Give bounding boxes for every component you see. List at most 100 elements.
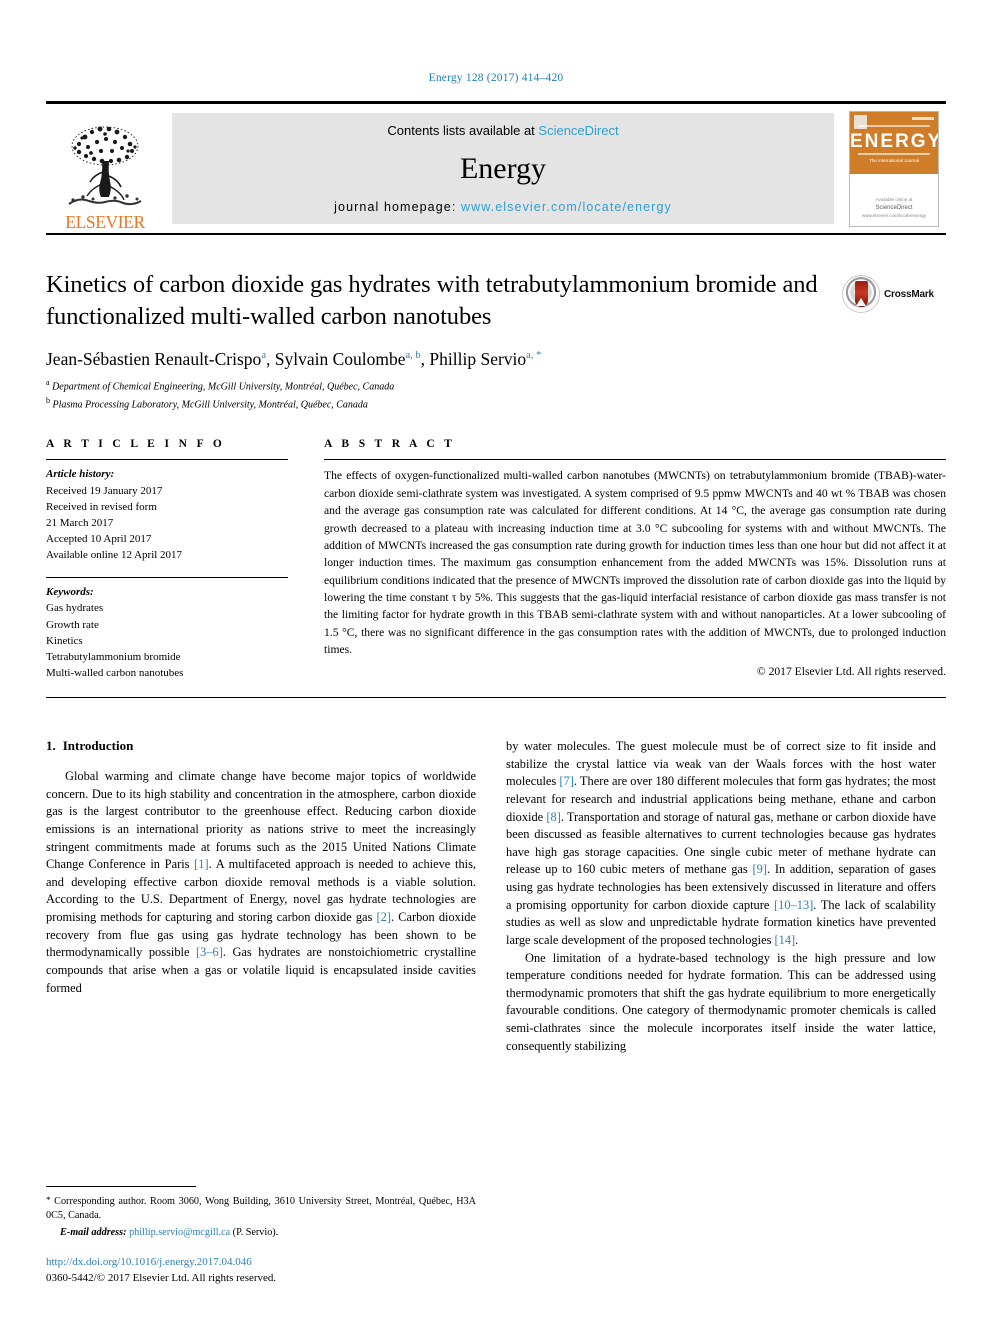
cover-top-rule — [912, 116, 934, 120]
abstract-text: The effects of oxygen-functionalized mul… — [324, 469, 946, 657]
citation-link[interactable]: [2] — [377, 910, 391, 924]
cover-top-panel: ENERGY The International Journal — [850, 111, 939, 174]
cover-bar-top — [858, 124, 930, 127]
cover-footer-line3: www.elsevier.com/locate/energy — [861, 212, 927, 218]
author-affiliation-mark[interactable]: a, * — [526, 350, 541, 361]
email-link[interactable]: phillip.servio@mcgill.ca — [129, 1227, 230, 1238]
cover-footer-line1: Available online at — [875, 197, 913, 202]
section-heading-introduction: 1. Introduction — [46, 738, 476, 754]
citation-link[interactable]: [7] — [559, 774, 573, 788]
citation-link[interactable]: [14] — [775, 933, 796, 947]
affiliation-text: Department of Chemical Engineering, McGi… — [52, 381, 395, 393]
citation-link[interactable]: [10–13] — [774, 898, 813, 912]
author-affiliation-mark[interactable]: a, b — [406, 350, 421, 361]
article-info-heading: A R T I C L E I N F O — [46, 438, 226, 451]
journal-cover-thumbnail: ENERGY The International Journal Availab… — [842, 104, 946, 233]
citation-link[interactable]: [9] — [753, 862, 767, 876]
affiliation-mark: a — [46, 377, 50, 387]
footnote-divider — [46, 1185, 196, 1187]
keyword-item: Tetrabutylammonium bromide — [46, 650, 181, 663]
keyword-item: Gas hydrates — [46, 602, 104, 615]
corresponding-author-text: Corresponding author. Room 3060, Wong Bu… — [46, 1195, 477, 1222]
paragraph: by water molecules. The guest molecule m… — [506, 738, 936, 949]
history-item: Available online 12 April 2017 — [46, 549, 183, 562]
cover-footer: Available online at ScienceDirect www.el… — [850, 197, 938, 220]
keyword-item: Kinetics — [46, 634, 83, 647]
keyword-item: Multi-walled carbon nanotubes — [46, 667, 184, 680]
crossmark-label: CrossMark — [884, 288, 934, 300]
keywords-block: Keywords: Gas hydrates Growth rate Kinet… — [46, 577, 288, 681]
body-column-left: 1. Introduction Global warming and climat… — [46, 738, 476, 1055]
citation-link[interactable]: [8] — [546, 810, 560, 824]
contents-prefix: Contents lists available at — [387, 123, 539, 138]
author-name: Phillip Servio — [429, 348, 527, 369]
paragraph-text: . — [795, 932, 799, 947]
elsevier-wordmark: ELSEVIER — [65, 211, 145, 232]
title-block: Kinetics of carbon dioxide gas hydrates … — [46, 269, 946, 412]
history-item: Received in revised form — [46, 500, 157, 513]
keyword-item: Growth rate — [46, 618, 99, 631]
page-title: Kinetics of carbon dioxide gas hydrates … — [46, 271, 818, 330]
history-item: Accepted 10 April 2017 — [46, 532, 152, 545]
section-number: 1. — [46, 738, 56, 754]
elsevier-logo: ELSEVIER — [46, 104, 164, 233]
corresponding-author-note: * Corresponding author. Room 3060, Wong … — [46, 1194, 476, 1240]
author-name: Sylvain Coulombe — [274, 348, 406, 369]
masthead-center: Contents lists available at ScienceDirec… — [172, 113, 834, 224]
section-divider — [46, 697, 946, 699]
cover-bar-bottom — [858, 152, 930, 155]
crossmark-badge[interactable]: CrossMark — [842, 271, 946, 317]
info-abstract-section: A R T I C L E I N F O Article history: R… — [46, 438, 946, 681]
elsevier-tree-icon — [68, 126, 142, 205]
homepage-prefix: journal homepage: — [334, 200, 461, 214]
affiliation-item: b Plasma Processing Laboratory, McGill U… — [46, 395, 946, 413]
author-entry: Jean-Sébastien Renault-Crispoa, — [46, 349, 275, 369]
cover-subtitle: The International Journal — [869, 157, 919, 163]
author-entry: Phillip Servioa, * — [429, 349, 541, 369]
sciencedirect-link[interactable]: ScienceDirect — [538, 123, 618, 138]
paragraph: One limitation of a hydrate-based techno… — [506, 950, 936, 1053]
issn-copyright-line: 0360-5442/© 2017 Elsevier Ltd. All right… — [46, 1272, 277, 1285]
footnote-marker: * — [46, 1194, 51, 1205]
author-name: Jean-Sébastien Renault-Crispo — [46, 348, 262, 369]
journal-masthead: ELSEVIER Contents lists available at Sci… — [46, 101, 946, 235]
contents-available-line: Contents lists available at ScienceDirec… — [387, 123, 618, 138]
author-entry: Sylvain Coulombea, b, — [275, 349, 430, 369]
footnote-block: * Corresponding author. Room 3060, Wong … — [46, 1185, 476, 1287]
cover-title: ENERGY — [850, 130, 939, 152]
citation-link[interactable]: [1] — [194, 857, 208, 871]
crossmark-icon — [842, 275, 880, 313]
body-column-right: by water molecules. The guest molecule m… — [506, 738, 936, 1055]
affiliation-text: Plasma Processing Laboratory, McGill Uni… — [52, 398, 368, 410]
doi-link[interactable]: http://dx.doi.org/10.1016/j.energy.2017.… — [46, 1255, 476, 1271]
affiliation-mark: b — [46, 395, 50, 405]
article-history-label: Article history: — [46, 468, 115, 481]
paragraph-text: Global warming and climate change have b… — [46, 769, 476, 872]
article-page: Energy 128 (2017) 414–420 ELSEVIER Conte… — [0, 0, 992, 1323]
abstract-heading: A B S T R A C T — [324, 438, 456, 451]
author-separator: , — [265, 348, 275, 369]
history-item: 21 March 2017 — [46, 516, 114, 529]
article-history-block: Article history: Received 19 January 201… — [46, 460, 288, 563]
keywords-label: Keywords: — [46, 586, 94, 599]
paragraph: Global warming and climate change have b… — [46, 768, 476, 997]
history-item: Received 19 January 2017 — [46, 484, 163, 497]
doi-block: http://dx.doi.org/10.1016/j.energy.2017.… — [46, 1255, 476, 1287]
article-info-column: A R T I C L E I N F O Article history: R… — [46, 438, 288, 681]
abstract-column: A B S T R A C T The effects of oxygen-fu… — [324, 438, 946, 681]
citation-link[interactable]: [3–6] — [196, 945, 223, 959]
email-label: E-mail address: — [60, 1226, 127, 1238]
abstract-copyright: © 2017 Elsevier Ltd. All rights reserved… — [756, 664, 946, 678]
journal-homepage-link[interactable]: www.elsevier.com/locate/energy — [461, 200, 672, 214]
section-title: Introduction — [62, 738, 134, 754]
author-list: Jean-Sébastien Renault-Crispoa, Sylvain … — [46, 349, 946, 370]
article-body: 1. Introduction Global warming and climat… — [46, 738, 946, 1055]
cover-footer-line2: ScienceDirect — [875, 204, 913, 211]
affiliation-list: a Department of Chemical Engineering, Mc… — [46, 377, 946, 413]
journal-homepage-line: journal homepage: www.elsevier.com/locat… — [334, 200, 672, 214]
journal-title: Energy — [459, 152, 547, 185]
running-head: Energy 128 (2017) 414–420 — [428, 72, 564, 84]
affiliation-item: a Department of Chemical Engineering, Mc… — [46, 377, 946, 395]
email-suffix: (P. Servio). — [230, 1226, 279, 1238]
email-note: E-mail address: phillip.servio@mcgill.ca… — [46, 1226, 476, 1240]
